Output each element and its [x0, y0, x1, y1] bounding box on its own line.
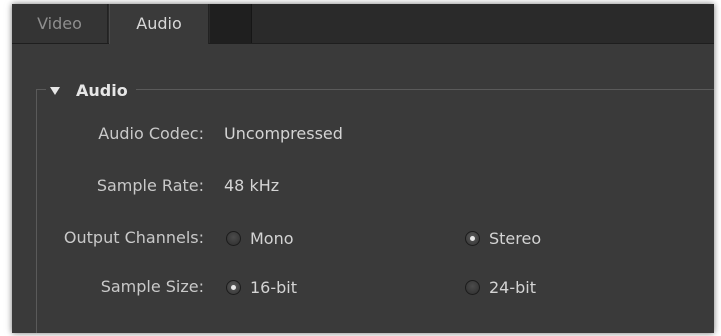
16bit-label: 16-bit: [250, 278, 298, 297]
tab-video[interactable]: Video: [12, 4, 108, 43]
output-channels-label: Output Channels:: [63, 228, 204, 247]
sample-rate-label: Sample Rate:: [96, 176, 204, 195]
tab-bar: Video Audio: [12, 4, 714, 44]
export-settings-window: Video Audio Audio Audio Codec: Uncompres…: [12, 4, 714, 333]
stereo-label: Stereo: [489, 229, 542, 248]
sample-size-label: Sample Size:: [100, 277, 204, 296]
tab-extra[interactable]: [210, 4, 252, 43]
16bit-radio[interactable]: [226, 280, 241, 295]
audio-codec-label: Audio Codec:: [98, 124, 204, 143]
sample-size-24bit-option[interactable]: 24-bit: [465, 278, 536, 297]
disclosure-triangle-icon[interactable]: [50, 87, 60, 95]
mono-radio[interactable]: [226, 231, 241, 246]
section-title: Audio: [76, 80, 128, 100]
audio-codec-value: Uncompressed: [224, 124, 343, 143]
mono-label: Mono: [250, 229, 294, 248]
output-channels-mono-option[interactable]: Mono: [226, 229, 294, 248]
tab-audio[interactable]: Audio: [109, 4, 209, 44]
audio-section-header[interactable]: Audio: [46, 78, 136, 102]
24bit-label: 24-bit: [489, 278, 537, 297]
24bit-radio[interactable]: [465, 280, 480, 295]
stereo-radio[interactable]: [465, 231, 480, 246]
sample-size-16bit-option[interactable]: 16-bit: [226, 278, 297, 297]
output-channels-stereo-option[interactable]: Stereo: [465, 229, 541, 248]
sample-rate-value: 48 kHz: [224, 176, 280, 195]
